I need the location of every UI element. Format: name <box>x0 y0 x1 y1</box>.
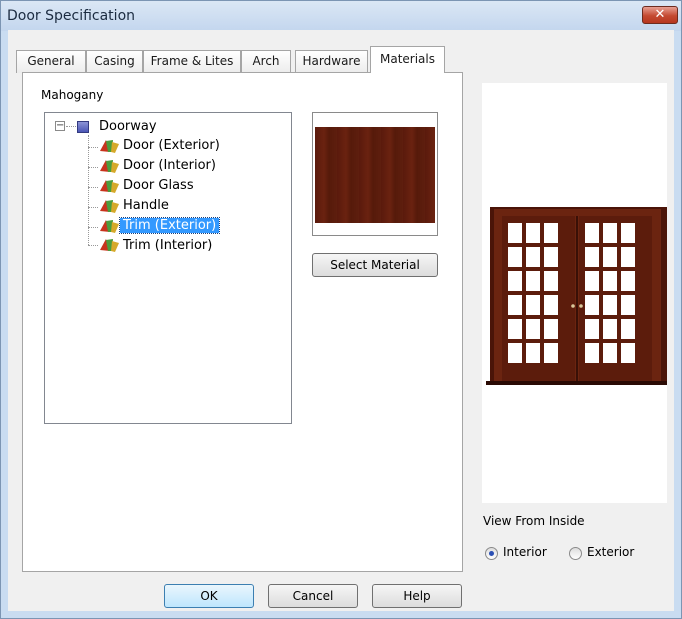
close-button[interactable]: ✕ <box>642 6 678 24</box>
doorway-icon <box>77 121 89 133</box>
tree-item-door-exterior[interactable]: Door (Exterior) <box>120 137 223 157</box>
material-icon <box>100 160 119 173</box>
tree-item-doorway[interactable]: Doorway <box>96 118 160 138</box>
material-icon <box>100 239 119 252</box>
material-swatch <box>312 112 438 236</box>
tree-item-label: Trim (Interior) <box>123 238 213 253</box>
tab-hardware[interactable]: Hardware <box>295 50 368 73</box>
button-label: Cancel <box>292 589 334 603</box>
mahogany-texture <box>315 127 435 223</box>
tree-item-label: Handle <box>123 198 169 213</box>
tree-item-trim-exterior[interactable]: Trim (Exterior) <box>118 217 221 237</box>
title-bar[interactable]: Door Specification ✕ <box>1 1 681 31</box>
radio-label: Interior <box>503 545 547 559</box>
tree-connector <box>66 126 76 127</box>
tree-item-label: Door (Interior) <box>123 158 216 173</box>
tab-casing[interactable]: Casing <box>86 50 143 73</box>
tree-connector <box>88 245 98 246</box>
dialog-title: Door Specification <box>7 8 136 24</box>
tab-label: General <box>27 54 75 68</box>
tab-label: Casing <box>94 54 135 68</box>
radio-label: Exterior <box>587 545 635 559</box>
tab-label: Arch <box>252 54 280 68</box>
radio-unchecked-icon[interactable] <box>569 547 582 560</box>
tab-arch[interactable]: Arch <box>241 50 291 73</box>
tab-general[interactable]: General <box>16 50 86 73</box>
tree-connector <box>88 207 98 208</box>
button-label: Select Material <box>330 258 420 272</box>
tree-item-trim-interior[interactable]: Trim (Interior) <box>120 237 215 257</box>
select-material-button[interactable]: Select Material <box>312 253 438 277</box>
material-icon <box>100 220 119 233</box>
tree-item-label: Door (Exterior) <box>123 138 220 153</box>
tree-item-door-glass[interactable]: Door Glass <box>120 177 197 197</box>
tree-connector <box>88 227 98 228</box>
tab-label: Materials <box>379 52 435 66</box>
radio-checked-icon[interactable] <box>485 547 498 560</box>
material-icon <box>100 140 119 153</box>
cancel-button[interactable]: Cancel <box>268 584 358 608</box>
help-button[interactable]: Help <box>372 584 462 608</box>
tree-item-label: Trim (Exterior) <box>118 217 221 234</box>
tree-connector <box>88 147 98 148</box>
material-icon <box>100 200 119 213</box>
tree-item-door-interior[interactable]: Door (Interior) <box>120 157 219 177</box>
current-material-label: Mahogany <box>41 88 104 102</box>
tab-frame-lites[interactable]: Frame & Lites <box>143 50 241 73</box>
tab-materials[interactable]: Materials <box>370 46 445 73</box>
tab-label: Hardware <box>302 54 361 68</box>
button-label: OK <box>200 589 218 603</box>
tree-item-label: Doorway <box>99 119 157 134</box>
ok-button[interactable]: OK <box>164 584 254 608</box>
collapse-toggle-icon[interactable]: − <box>55 121 65 131</box>
tree-item-handle[interactable]: Handle <box>120 197 172 217</box>
tree-item-label: Door Glass <box>123 178 194 193</box>
material-icon <box>100 180 119 193</box>
french-door-illustration <box>486 207 667 385</box>
tree-connector <box>88 167 98 168</box>
view-from-inside-label: View From Inside <box>483 514 585 528</box>
tree-connector <box>88 135 89 245</box>
button-label: Help <box>403 589 431 603</box>
tab-label: Frame & Lites <box>150 54 234 68</box>
door-preview <box>482 83 667 503</box>
close-icon: ✕ <box>654 7 666 22</box>
tree-connector <box>88 187 98 188</box>
